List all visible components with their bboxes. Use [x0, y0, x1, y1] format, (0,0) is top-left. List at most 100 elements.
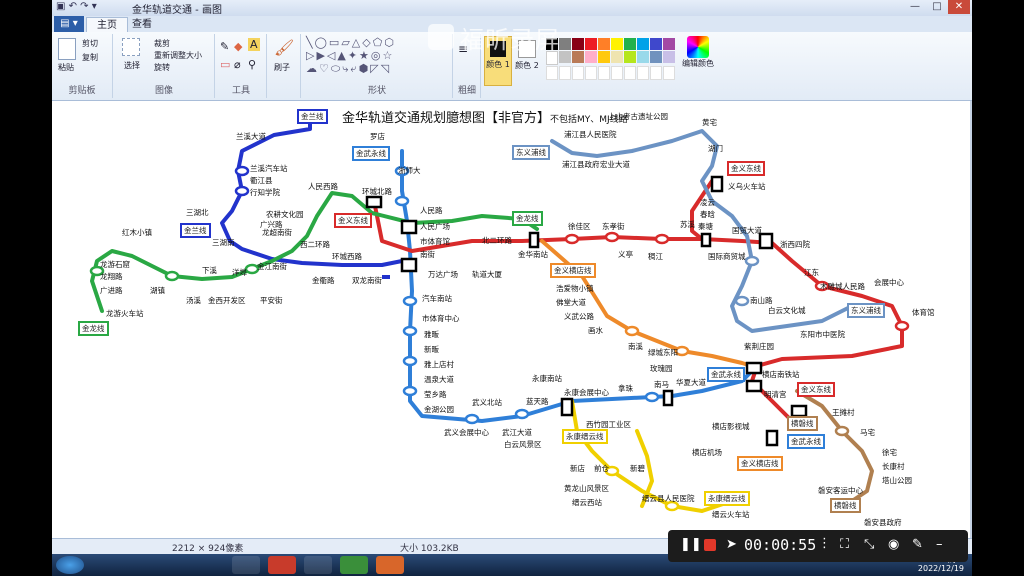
station-label: 行知学院 [250, 188, 280, 197]
window-title: 金华轨道交通 - 画图 [132, 5, 222, 16]
station-dot [834, 425, 850, 437]
station-dot [402, 385, 418, 397]
rotate-button[interactable]: 旋转 [154, 62, 170, 73]
station-label: 下溪 [202, 266, 217, 275]
paste-label[interactable]: 粘贴 [58, 62, 74, 73]
resize-button[interactable]: 重新调整大小 [154, 50, 202, 61]
edit-colors-button[interactable]: 编辑颜色 [682, 36, 714, 69]
station-label: 磐安县政府 [864, 518, 902, 527]
title-bar: ▣ ↶ ↷ ▾ 金华轨道交通 - 画图 — □ ✕ [52, 0, 972, 16]
station-label: 南山路 [750, 296, 773, 305]
fill-icon[interactable]: ◆ [234, 40, 242, 53]
station-label: 双龙南街 [352, 276, 382, 285]
station-dot [624, 325, 640, 337]
station-dot [234, 185, 250, 197]
station-dot [402, 355, 418, 367]
recorder-toolbar: ❚❚ ➤ 00:00:55 ⋮ ⛶ ⤡ ◉ ✎ – [668, 530, 968, 562]
pause-icon[interactable]: ❚❚ [680, 537, 702, 552]
station-label: 武义北站 [472, 398, 502, 407]
station-dot [394, 195, 410, 207]
station-label: 南马 [654, 380, 669, 389]
select-icon[interactable] [122, 38, 140, 56]
station-dot [164, 270, 180, 282]
station-label: 木雕城人民路 [820, 282, 865, 291]
station-label: 白云文化城 [768, 306, 806, 315]
label-jinwuyong-3: 金武永线 [787, 434, 825, 449]
brush-group: 🖌 刷子 [268, 34, 301, 98]
taskbar-app[interactable] [232, 556, 260, 574]
image-group: 选择 裁剪 重新调整大小 旋转 图像 [114, 34, 215, 98]
more-icon[interactable]: ⋮ [818, 536, 831, 551]
minimize-icon[interactable]: – [936, 537, 943, 552]
label-hengpan: 横磐线 [787, 416, 818, 431]
station-dot [514, 408, 530, 420]
canvas-area: 金华轨道交通规划臆想图【非官方】不包括MY、MJ线路 金兰线 金武永线 东义浦线… [52, 101, 972, 538]
station-dot [234, 165, 250, 177]
taskbar-app[interactable] [376, 556, 404, 574]
station-label: 轨道大厦 [472, 270, 502, 279]
select-label[interactable]: 选择 [124, 60, 140, 71]
file-menu-button[interactable]: ▤ ▾ [54, 16, 84, 32]
magnifier-icon[interactable]: ⚲ [248, 58, 256, 71]
fullscreen-icon[interactable]: ⛶ [840, 537, 849, 552]
station-label: 缙云火车站 [712, 510, 750, 519]
camera-icon[interactable]: ◉ [888, 537, 899, 552]
tab-view[interactable]: 查看 [122, 17, 162, 32]
station-label: 义亭 [618, 250, 633, 259]
station-label: 三湖北 [186, 208, 209, 217]
paste-icon[interactable] [58, 38, 76, 60]
close-button[interactable]: ✕ [948, 0, 970, 14]
station-label: 武江大道 [502, 428, 532, 437]
station-label: 金江南街 [257, 262, 287, 271]
station-label: 东孝街 [602, 222, 625, 231]
station-dot [744, 255, 760, 267]
taskbar-app[interactable] [268, 556, 296, 574]
brush-label[interactable]: 刷子 [274, 62, 290, 73]
eraser-icon[interactable]: ▭ [220, 58, 230, 71]
station-label: 金华南站 [518, 250, 548, 259]
taskbar-app[interactable] [304, 556, 332, 574]
shrink-icon[interactable]: ⤡ [864, 537, 874, 552]
text-icon[interactable]: A [248, 38, 260, 51]
station-label: 马宅 [860, 428, 875, 437]
interchange-station [765, 429, 779, 447]
color-palette[interactable] [546, 38, 678, 80]
pencil-icon[interactable]: ✎ [220, 40, 229, 53]
minimize-button[interactable]: — [904, 0, 926, 14]
station-label: 罗店 [370, 132, 385, 141]
edit-colors-icon [687, 36, 709, 58]
brush-icon[interactable]: 🖌 [274, 38, 294, 57]
pen-icon[interactable]: ✎ [912, 537, 923, 552]
station-label: 广进路 [100, 286, 123, 295]
taskbar-app[interactable] [340, 556, 368, 574]
station-label: 莹乡路 [424, 390, 447, 399]
station-label: 金西开发区 [208, 296, 246, 305]
color2-label: 颜色 2 [515, 61, 539, 70]
station-label: 长康村 [882, 462, 905, 471]
recording-timer: 00:00:55 [744, 536, 817, 554]
station-dot [464, 413, 480, 425]
size-label: 粗细 [457, 86, 476, 96]
label-jinwuyong-2: 金武永线 [707, 367, 745, 382]
station-label: 人民路 [420, 206, 443, 215]
cut-button[interactable]: 剪切 [82, 38, 98, 49]
station-label: 永康南站 [532, 374, 562, 383]
shapes-label: 形状 [367, 86, 386, 96]
station-label: 衢江县 [250, 176, 273, 185]
copy-button[interactable]: 复制 [82, 52, 98, 63]
station-label: 春晗 [700, 210, 715, 219]
shapes-gallery[interactable]: ╲◯▭▱△◇⬠⬡ ▷▶◁▲✦★◎☆ ☁♡⬭⤷⤶⬢◸◹ [306, 36, 396, 76]
stop-icon[interactable] [704, 539, 716, 551]
quick-access-icons[interactable]: ▣ ↶ ↷ ▾ [56, 1, 97, 12]
start-button[interactable] [56, 556, 84, 574]
map-canvas[interactable]: 金华轨道交通规划臆想图【非官方】不包括MY、MJ线路 金兰线 金武永线 东义浦线… [52, 101, 970, 538]
crop-button[interactable]: 裁剪 [154, 38, 170, 49]
cursor-icon[interactable]: ➤ [726, 537, 737, 552]
label-dongyipu-2: 东义浦线 [847, 303, 885, 318]
maximize-button[interactable]: □ [926, 0, 948, 14]
station-label: 国际商贸城 [708, 252, 746, 261]
station-label: 武义会展中心 [444, 428, 489, 437]
color-picker-icon[interactable]: ⌀ [234, 58, 241, 71]
station-label: 新店 [570, 464, 585, 473]
station-label: 凌云 [700, 198, 715, 207]
